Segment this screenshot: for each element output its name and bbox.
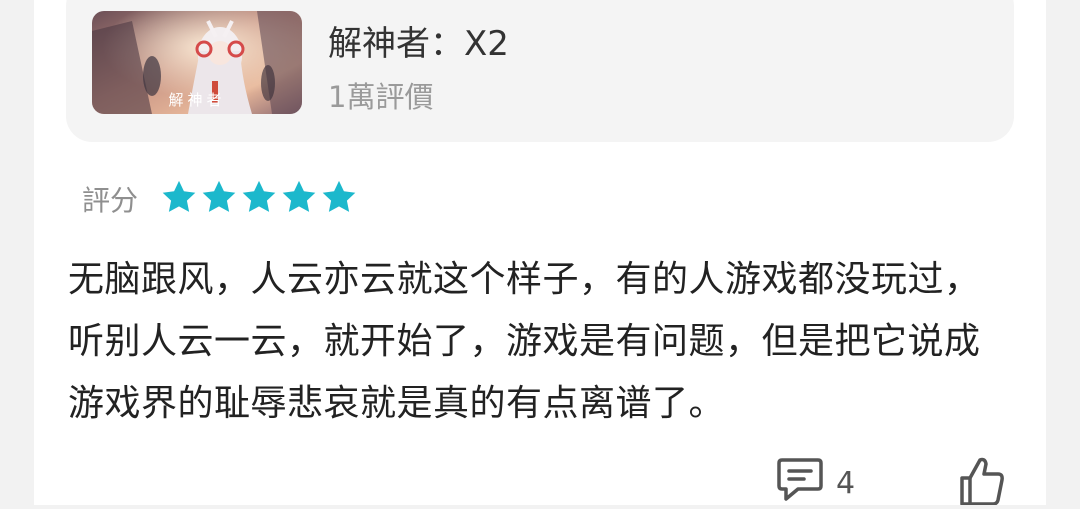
star-icon (322, 180, 356, 212)
review-body: 无脑跟风，人云亦云就这个样子，有的人游戏都没玩过，听别人云一云，就开始了，游戏是… (68, 259, 981, 424)
game-title[interactable]: 解神者：X2 (328, 16, 509, 65)
comment-icon[interactable] (776, 456, 824, 502)
star-icon (202, 180, 236, 212)
star-icon (162, 180, 196, 212)
comment-count: 4 (836, 466, 856, 501)
game-logo-text: 解神者 (168, 91, 225, 109)
game-thumbnail[interactable]: 解神者 (92, 11, 302, 114)
star-rating (160, 178, 358, 218)
thumbs-up-icon[interactable] (958, 456, 1006, 506)
star-icon (282, 180, 316, 212)
comment-button[interactable]: 4 (776, 456, 855, 506)
game-review-count: 1萬評價 (328, 80, 434, 114)
rating-label: 評分 (82, 184, 139, 217)
like-button[interactable] (958, 456, 1006, 509)
star-icon (242, 180, 276, 212)
